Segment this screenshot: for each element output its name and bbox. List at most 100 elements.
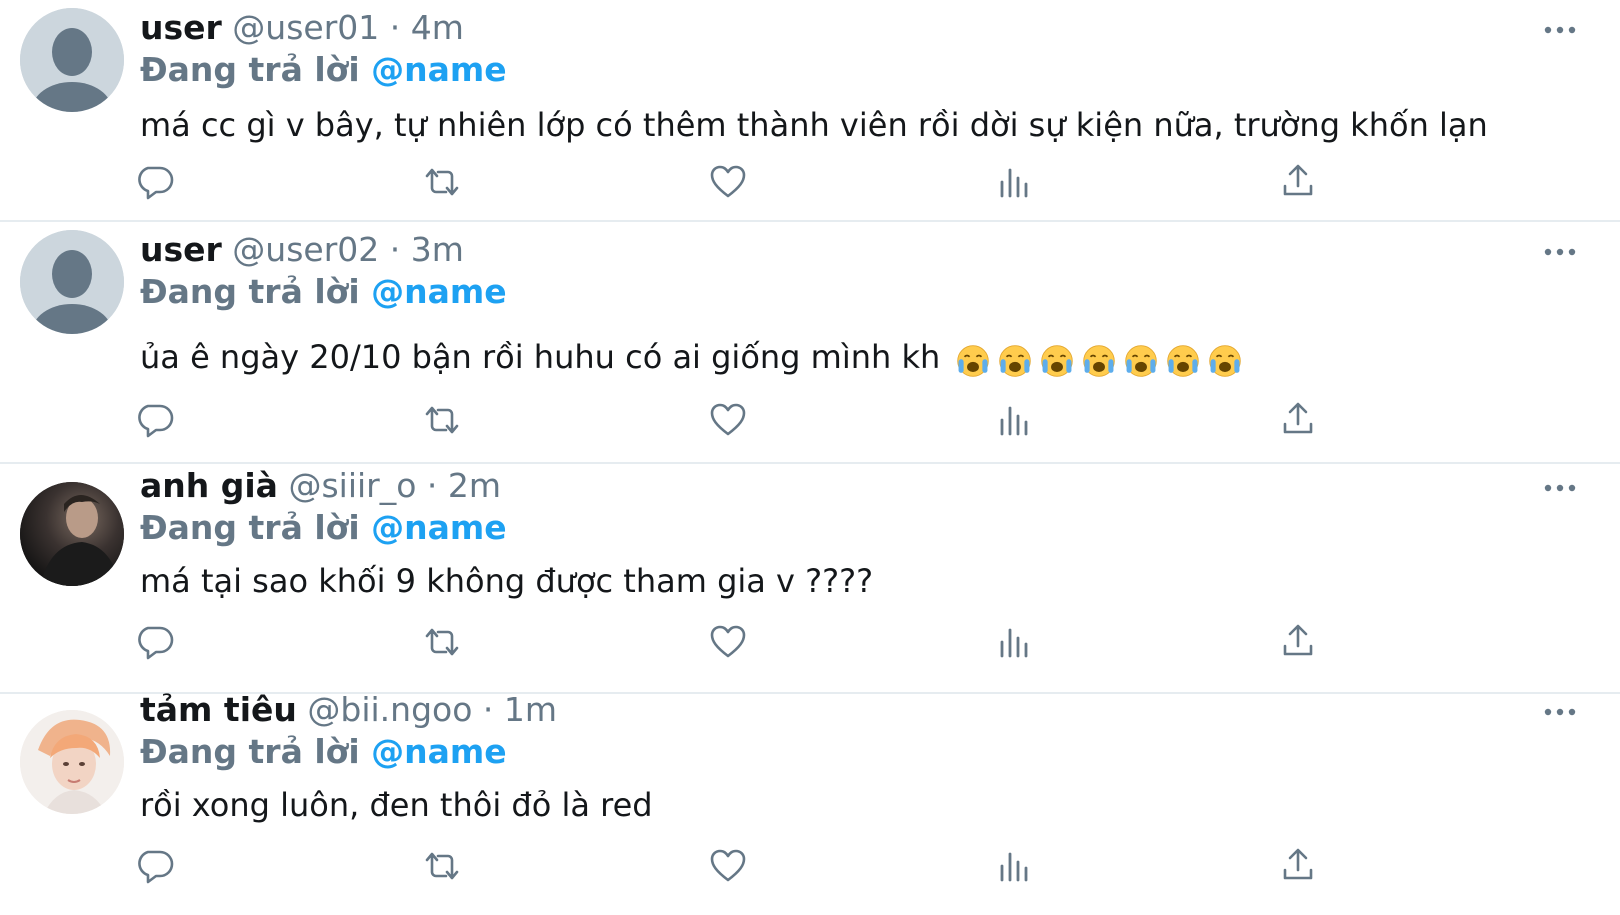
reply-button[interactable]: [134, 398, 178, 442]
heart-icon: [710, 403, 746, 436]
separator-dot: ·: [389, 230, 401, 269]
loudly-crying-face-emoji: [1125, 345, 1158, 377]
emoji-row: [956, 334, 1250, 384]
user-handle[interactable]: @siiir_o: [288, 466, 416, 505]
display-name[interactable]: user: [140, 8, 222, 47]
share-button[interactable]: [1276, 160, 1320, 204]
tweet-item[interactable]: user @user02 · 3m Đang trả lời @name ủa …: [0, 222, 1620, 464]
loudly-crying-face-emoji: [999, 345, 1032, 377]
bar-chart-icon: [1000, 852, 1028, 882]
analytics-button[interactable]: [992, 160, 1036, 204]
retweet-icon: [425, 168, 459, 196]
retweet-button[interactable]: [420, 398, 464, 442]
light-photo-avatar: [20, 710, 124, 814]
heart-icon: [710, 165, 746, 198]
like-button[interactable]: [706, 844, 750, 888]
loudly-crying-face-emoji: [1041, 345, 1074, 377]
user-handle[interactable]: @bii.ngoo: [307, 690, 472, 729]
retweet-icon: [425, 406, 459, 434]
share-upload-icon: [1283, 848, 1313, 880]
tweet-header: anh già @siiir_o · 2m: [140, 464, 501, 508]
mention-link[interactable]: @name: [371, 732, 507, 771]
loudly-crying-face-emoji: [957, 345, 990, 377]
like-button[interactable]: [706, 620, 750, 664]
heart-icon: [710, 849, 746, 882]
avatar[interactable]: [20, 482, 124, 586]
heart-icon: [710, 625, 746, 658]
timestamp[interactable]: 4m: [411, 8, 464, 47]
share-upload-icon: [1283, 624, 1313, 656]
more-options-button[interactable]: [1540, 16, 1580, 44]
user-handle[interactable]: @user02: [232, 230, 379, 269]
avatar[interactable]: [20, 8, 124, 112]
mention-link[interactable]: @name: [371, 508, 507, 547]
retweet-button[interactable]: [420, 160, 464, 204]
separator-dot: ·: [389, 8, 401, 47]
reply-prefix: Đang trả lời: [140, 50, 360, 89]
reply-feed: user @user01 · 4m Đang trả lời @name má …: [0, 0, 1620, 915]
tweet-header: user @user01 · 4m: [140, 6, 464, 50]
speech-bubble-icon: [138, 626, 174, 660]
loudly-crying-face-emoji: [1167, 345, 1200, 377]
analytics-button[interactable]: [992, 398, 1036, 442]
bar-chart-icon: [1000, 628, 1028, 658]
reply-button[interactable]: [134, 620, 178, 664]
more-options-button[interactable]: [1540, 474, 1580, 502]
retweet-icon: [425, 852, 459, 880]
dark-photo-avatar: [20, 482, 124, 586]
action-bar: [138, 620, 1360, 664]
tweet-text: má cc gì v bây, tự nhiên lớp có thêm thà…: [140, 106, 1488, 144]
separator-dot: ·: [482, 690, 494, 729]
replying-to: Đang trả lời @name: [140, 270, 507, 314]
like-button[interactable]: [706, 398, 750, 442]
replying-to: Đang trả lời @name: [140, 730, 507, 774]
tweet-item[interactable]: tảm tiêu @bii.ngoo · 1m Đang trả lời @na…: [0, 690, 1620, 915]
separator-dot: ·: [426, 466, 438, 505]
default-profile-icon: [20, 230, 124, 334]
tweet-text-row: ủa ê ngày 20/10 bận rồi huhu có ai giống…: [140, 332, 1250, 382]
more-dots-icon: [1544, 484, 1576, 492]
more-options-button[interactable]: [1540, 238, 1580, 266]
mention-link[interactable]: @name: [371, 272, 507, 311]
timestamp[interactable]: 2m: [448, 466, 501, 505]
mention-link[interactable]: @name: [371, 50, 507, 89]
share-upload-icon: [1283, 402, 1313, 434]
tweet-header: tảm tiêu @bii.ngoo · 1m: [140, 688, 557, 732]
replying-to: Đang trả lời @name: [140, 48, 507, 92]
timestamp[interactable]: 3m: [411, 230, 464, 269]
reply-button[interactable]: [134, 844, 178, 888]
reply-prefix: Đang trả lời: [140, 272, 360, 311]
avatar[interactable]: [20, 710, 124, 814]
reply-prefix: Đang trả lời: [140, 508, 360, 547]
share-button[interactable]: [1276, 620, 1320, 664]
speech-bubble-icon: [138, 404, 174, 438]
tweet-item[interactable]: anh già @siiir_o · 2m Đang trả lời @name…: [0, 464, 1620, 694]
action-bar: [138, 844, 1360, 888]
speech-bubble-icon: [138, 166, 174, 200]
display-name[interactable]: anh già: [140, 466, 278, 505]
more-dots-icon: [1544, 26, 1576, 34]
analytics-button[interactable]: [992, 844, 1036, 888]
more-dots-icon: [1544, 708, 1576, 716]
display-name[interactable]: tảm tiêu: [140, 690, 297, 729]
tweet-text: má tại sao khối 9 không được tham gia v …: [140, 562, 874, 600]
display-name[interactable]: user: [140, 230, 222, 269]
bar-chart-icon: [1000, 406, 1028, 436]
reply-prefix: Đang trả lời: [140, 732, 360, 771]
retweet-button[interactable]: [420, 844, 464, 888]
user-handle[interactable]: @user01: [232, 8, 379, 47]
default-profile-icon: [20, 8, 124, 112]
more-dots-icon: [1544, 248, 1576, 256]
tweet-item[interactable]: user @user01 · 4m Đang trả lời @name má …: [0, 0, 1620, 222]
tweet-text: rồi xong luôn, đen thôi đỏ là red: [140, 786, 653, 824]
like-button[interactable]: [706, 160, 750, 204]
retweet-button[interactable]: [420, 620, 464, 664]
tweet-header: user @user02 · 3m: [140, 228, 464, 272]
reply-button[interactable]: [134, 160, 178, 204]
analytics-button[interactable]: [992, 620, 1036, 664]
share-button[interactable]: [1276, 398, 1320, 442]
share-button[interactable]: [1276, 844, 1320, 888]
timestamp[interactable]: 1m: [504, 690, 557, 729]
avatar[interactable]: [20, 230, 124, 334]
more-options-button[interactable]: [1540, 698, 1580, 726]
